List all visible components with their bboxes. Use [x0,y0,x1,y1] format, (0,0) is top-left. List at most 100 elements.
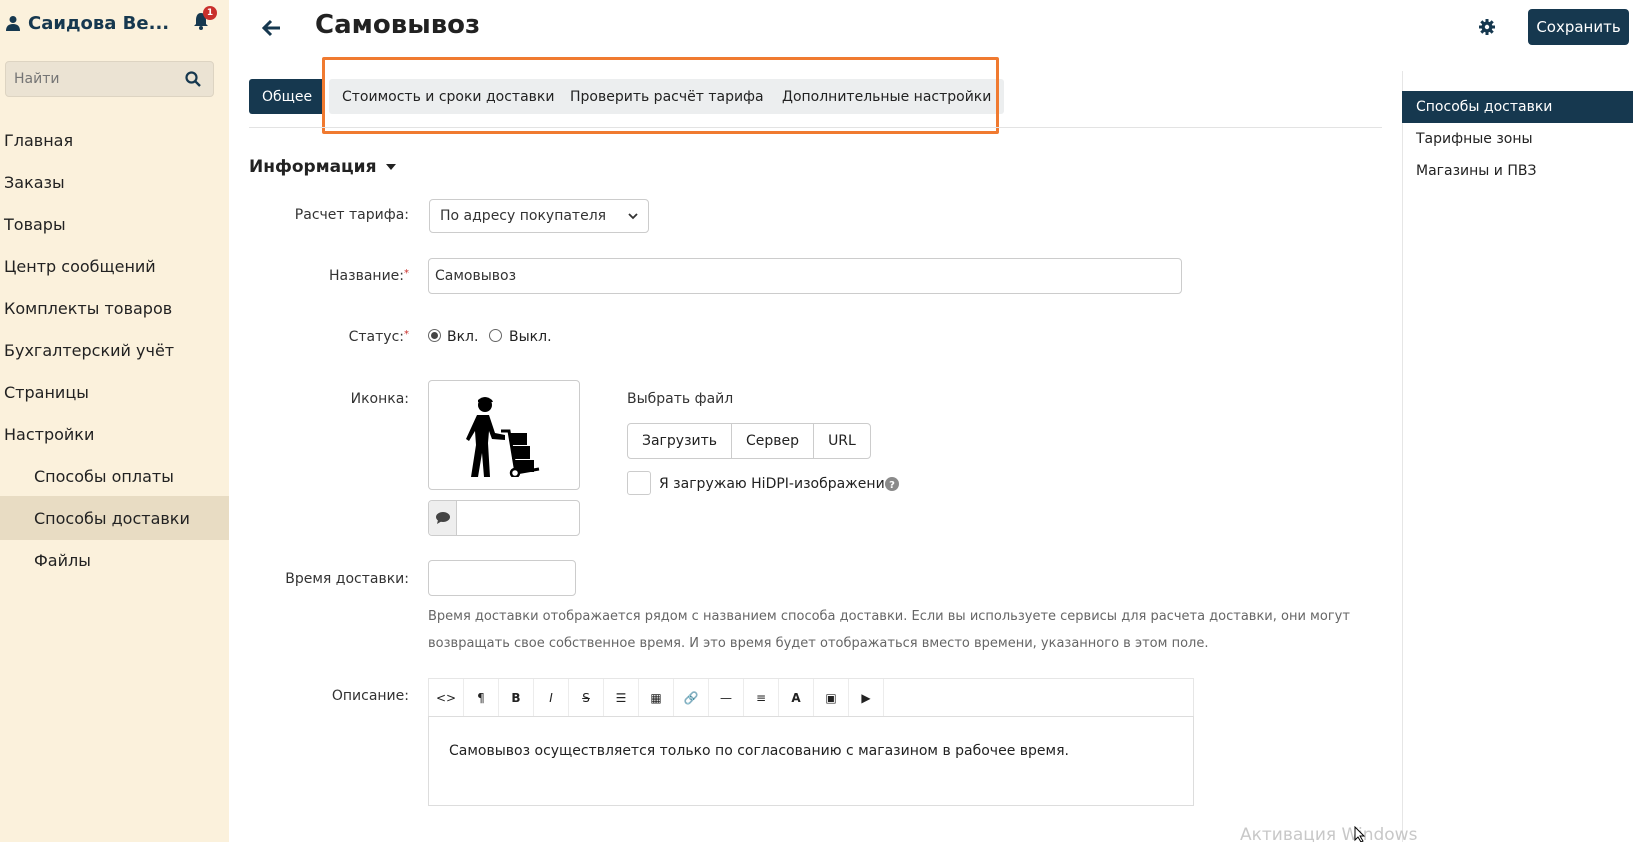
nav-item-label: Страницы [4,382,89,402]
video-icon[interactable]: ▶ [849,679,884,716]
save-button[interactable]: Сохранить [1528,9,1629,45]
nav-item-label: Главная [4,130,74,150]
status-label: Статус:* [249,329,409,345]
server-button[interactable]: Сервер [731,423,815,459]
search-icon[interactable] [185,71,201,87]
list-icon[interactable]: ☰ [604,679,639,716]
nav-item-label: Настройки [4,424,95,444]
right-panel-shipping-methods[interactable]: Способы доставки [1402,91,1633,123]
nav-item-label: Способы оплаты [34,466,174,486]
status-off-radio[interactable] [489,329,502,342]
code-icon[interactable]: <> [429,679,464,716]
tabs-divider [249,127,1382,128]
nav-item-label: Способы доставки [34,508,190,528]
link-icon[interactable]: 🔗 [674,679,709,716]
required-asterisk: * [404,268,409,279]
tariff-select-value: По адресу покупателя [440,208,607,224]
horizontal-rule-icon[interactable]: — [709,679,744,716]
nav-item-settings[interactable]: Настройки [0,412,229,456]
tab-additional-settings[interactable]: Дополнительные настройки [769,79,1005,114]
notification-badge: 1 [203,6,217,20]
bold-icon[interactable]: B [499,679,534,716]
italic-icon[interactable]: I [534,679,569,716]
right-panel-stores-pickup[interactable]: Магазины и ПВЗ [1402,155,1633,187]
sidebar-search [5,61,214,97]
tab-check-tariff[interactable]: Проверить расчёт тарифа [557,79,777,114]
gear-icon[interactable] [1478,18,1496,36]
search-input[interactable] [6,62,176,96]
nav-item-products[interactable]: Товары [0,202,229,246]
right-panel-tariff-zones[interactable]: Тарифные зоны [1402,123,1633,155]
upload-button-group: Загрузить Сервер URL [627,423,871,459]
name-input[interactable]: Самовывоз [428,258,1182,294]
choose-file-label: Выбрать файл [627,391,734,407]
delivery-time-hint: Время доставки отображается рядом с назв… [428,609,1350,651]
tariff-label: Расчет тарифа: [249,207,409,223]
strikethrough-icon[interactable]: S [569,679,604,716]
comment-icon [436,512,450,524]
nav-item-pages[interactable]: Страницы [0,370,229,414]
help-icon[interactable]: ? [885,477,899,491]
status-label-text: Статус: [348,329,404,345]
back-arrow-icon[interactable] [262,18,282,38]
icon-preview[interactable] [428,380,580,490]
tab-cost-and-terms[interactable]: Стоимость и сроки доставки [329,79,568,114]
hidpi-checkbox[interactable] [627,471,651,495]
courier-with-hand-truck-icon [466,397,540,477]
caret-down-icon [386,164,397,170]
status-on-radio[interactable] [428,329,441,342]
delivery-time-label-text: Время доставки: [285,571,409,587]
upload-button[interactable]: Загрузить [627,423,733,459]
page-title: Самовывоз [315,10,481,40]
nav-subitem-shipping-methods[interactable]: Способы доставки [0,496,229,540]
user-name: Саидова Ве... [28,12,170,34]
nav-item-label: Товары [4,214,66,234]
icon-alt-text-group[interactable] [428,500,580,536]
name-label-text: Название: [329,268,404,284]
required-asterisk: * [404,329,409,340]
url-button[interactable]: URL [813,423,871,459]
paragraph-icon[interactable]: ¶ [464,679,499,716]
svg-text:?: ? [889,480,895,491]
font-color-icon[interactable]: A [779,679,814,716]
nav-item-home[interactable]: Главная [0,118,229,162]
alt-text-addon [429,501,457,535]
nav-item-label: Заказы [4,172,65,192]
nav-item-label: Файлы [34,550,91,570]
mouse-cursor-icon [1354,826,1366,842]
nav-item-label: Центр сообщений [4,256,156,276]
editor-toolbar: <> ¶ B I S ☰ ▦ 🔗 — ≡ A ▣ ▶ [428,678,1194,716]
section-title[interactable]: Информация [249,157,397,177]
description-label-text: Описание: [331,688,409,704]
status-on-label[interactable]: Вкл. [447,329,478,345]
nav-item-messages[interactable]: Центр сообщений [0,244,229,288]
chevron-down-icon [628,213,638,220]
tab-general[interactable]: Общее [249,79,326,114]
nav-item-label: Комплекты товаров [4,298,173,318]
name-label: Название:* [249,268,409,284]
user-menu[interactable]: Саидова Ве... [6,10,216,36]
nav-item-accounting[interactable]: Бухгалтерский учёт [0,328,229,372]
sidebar: Саидова Ве... 1 Главная Заказы Товары Це… [0,0,229,842]
nav-item-label: Бухгалтерский учёт [4,340,175,360]
nav-item-bundles[interactable]: Комплекты товаров [0,286,229,330]
image-icon[interactable]: ▣ [814,679,849,716]
user-icon [6,16,20,31]
align-icon[interactable]: ≡ [744,679,779,716]
windows-activation-watermark: Активация Windows [1240,825,1418,842]
icon-label: Иконка: [249,391,409,407]
description-editor[interactable]: Самовывоз осуществляется только по согла… [428,716,1194,806]
tariff-label-text: Расчет тарифа: [294,207,409,223]
description-label: Описание: [249,688,409,704]
section-title-text: Информация [249,157,377,177]
nav-subitem-payment-methods[interactable]: Способы оплаты [0,454,229,498]
delivery-time-label: Время доставки: [249,571,409,587]
status-off-label[interactable]: Выкл. [509,329,552,345]
name-input-value: Самовывоз [435,268,517,284]
tariff-select[interactable]: По адресу покупателя [429,199,649,233]
table-icon[interactable]: ▦ [639,679,674,716]
hidpi-label[interactable]: Я загружаю HiDPI-изображение. [659,476,898,492]
nav-item-orders[interactable]: Заказы [0,160,229,204]
nav-subitem-files[interactable]: Файлы [0,538,229,582]
delivery-time-input[interactable] [428,560,576,596]
